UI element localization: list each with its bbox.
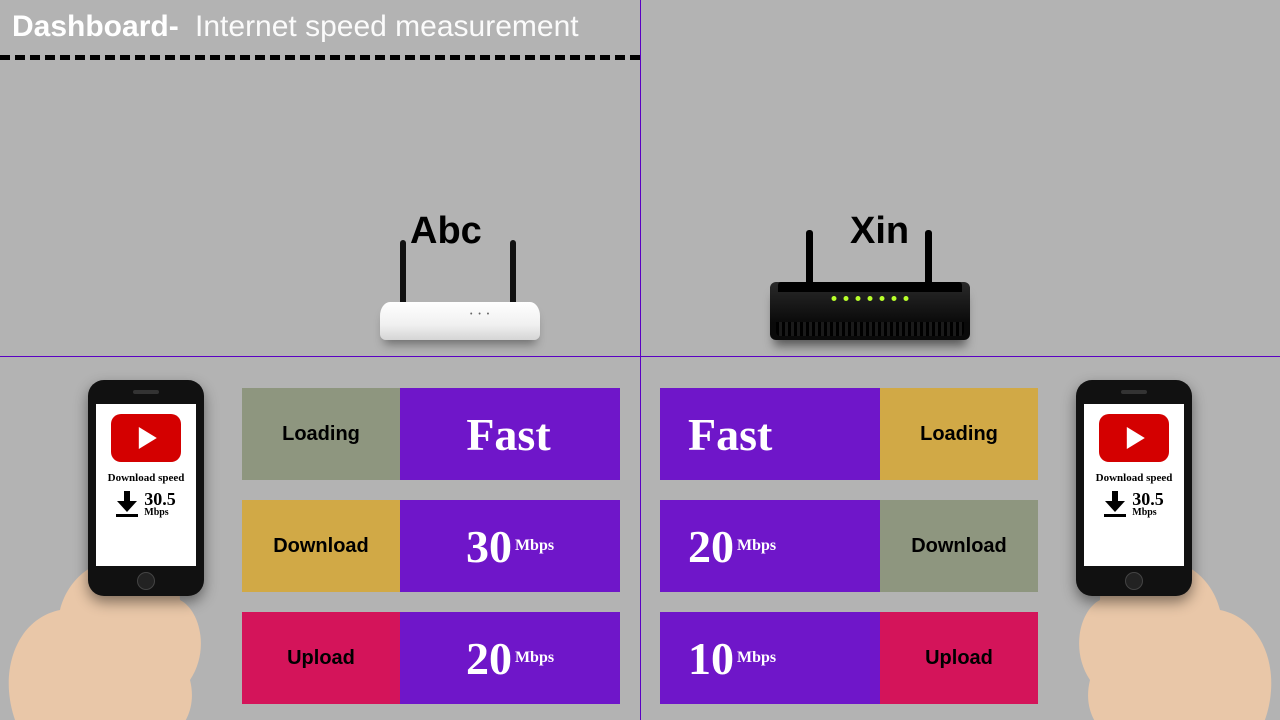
page-title: Dashboard- Internet speed measurement	[12, 10, 640, 44]
metric-value: 30 Mbps	[400, 500, 620, 592]
metric-row-download-right: 20 Mbps Download	[660, 500, 1038, 592]
hand-phone-right: Download speed 30.5 Mbps	[1050, 380, 1280, 720]
value-unit: Mbps	[515, 649, 554, 667]
metric-value: 20 Mbps	[400, 612, 620, 704]
phone-icon: Download speed 30.5 Mbps	[88, 380, 204, 596]
metric-row-upload-right: 10 Mbps Upload	[660, 612, 1038, 704]
phone-speed-unit: Mbps	[1132, 508, 1164, 518]
phone-caption: Download speed	[1096, 472, 1173, 484]
phone-speed-value: 30.5	[1132, 490, 1164, 508]
metric-label: Download	[880, 500, 1038, 592]
router-icon-black	[770, 230, 970, 350]
value-unit: Mbps	[515, 537, 554, 555]
divider-horizontal	[0, 356, 1280, 357]
value-text: Fast	[688, 408, 772, 461]
phone-speed-unit: Mbps	[144, 508, 176, 518]
metric-label: Upload	[880, 612, 1038, 704]
metric-label: Download	[242, 500, 400, 592]
title-underline	[0, 55, 640, 60]
value-text: 20	[688, 520, 734, 573]
value-text: 30	[466, 520, 512, 573]
metric-value: Fast	[400, 388, 620, 480]
phone-speed-value: 30.5	[144, 490, 176, 508]
title-subtitle: Internet speed measurement	[195, 10, 579, 43]
title-strong: Dashboard-	[12, 10, 179, 43]
metric-row-loading-left: Loading Fast	[242, 388, 620, 480]
metric-label: Loading	[880, 388, 1038, 480]
phone-caption: Download speed	[108, 472, 185, 484]
hand-phone-left: Download speed 30.5 Mbps	[0, 380, 230, 720]
metrics-column-left: Loading Fast Download 30 Mbps Upload 20 …	[242, 388, 620, 704]
metric-value: Fast	[660, 388, 880, 480]
metrics-column-right: Fast Loading 20 Mbps Download 10 Mbps Up…	[660, 388, 1038, 704]
value-text: 10	[688, 632, 734, 685]
phone-icon: Download speed 30.5 Mbps	[1076, 380, 1192, 596]
router-icon-white: • • •	[360, 230, 560, 350]
youtube-icon	[111, 414, 181, 462]
value-text: 20	[466, 632, 512, 685]
metric-value: 20 Mbps	[660, 500, 880, 592]
divider-vertical	[640, 0, 641, 720]
metric-row-download-left: Download 30 Mbps	[242, 500, 620, 592]
download-arrow-icon	[1104, 491, 1126, 517]
youtube-icon	[1099, 414, 1169, 462]
metric-label: Upload	[242, 612, 400, 704]
value-unit: Mbps	[737, 537, 776, 555]
metric-value: 10 Mbps	[660, 612, 880, 704]
value-unit: Mbps	[737, 649, 776, 667]
download-arrow-icon	[116, 491, 138, 517]
metric-row-loading-right: Fast Loading	[660, 388, 1038, 480]
value-text: Fast	[466, 408, 550, 461]
metric-label: Loading	[242, 388, 400, 480]
metric-row-upload-left: Upload 20 Mbps	[242, 612, 620, 704]
